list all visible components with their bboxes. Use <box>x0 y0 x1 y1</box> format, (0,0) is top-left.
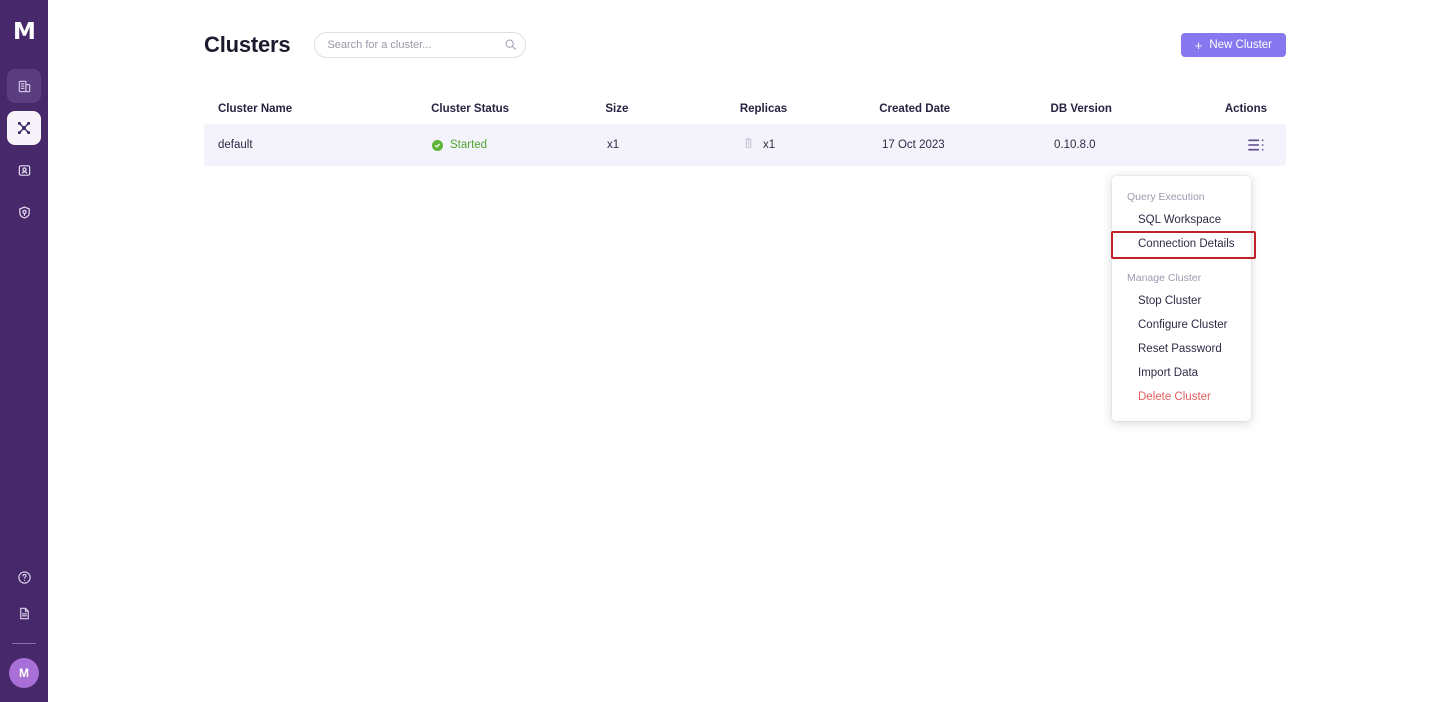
sidebar-item-clusters[interactable] <box>7 111 41 145</box>
menu-item-configure-cluster[interactable]: Configure Cluster <box>1112 313 1251 337</box>
menu-item-reset-password[interactable]: Reset Password <box>1112 337 1251 361</box>
sidebar-item-workspaces[interactable] <box>7 69 41 103</box>
cell-replicas: x1 <box>742 137 882 153</box>
cell-size: x1 <box>607 139 620 151</box>
main-content: Clusters + New Cluster Cluster Name <box>48 0 1440 702</box>
status-check-icon <box>432 139 443 151</box>
id-card-icon <box>17 163 32 178</box>
row-actions-dropdown: Query Execution SQL Workspace Connection… <box>1111 176 1256 421</box>
column-header-replicas: Replicas <box>739 103 788 115</box>
search-box <box>314 32 527 58</box>
app-root: M M Clusters Search for a cluster... + N… <box>0 0 1440 702</box>
column-header-cluster-name: Cluster Name <box>218 103 293 115</box>
docs-button[interactable] <box>9 601 39 631</box>
cell-db-version: 0.10.8.0 <box>1054 139 1096 151</box>
plus-icon: + <box>1194 37 1203 53</box>
cell-actions <box>1229 136 1286 154</box>
status-label: Started <box>450 139 488 151</box>
row-actions-menu-button[interactable] <box>1245 136 1267 154</box>
search-input[interactable] <box>314 32 527 58</box>
question-circle-icon <box>17 570 32 590</box>
menu-item-connection-details[interactable]: Connection Details <box>1111 231 1256 259</box>
replicas-value: x1 <box>763 139 776 151</box>
sidebar-bottom-group: M <box>0 565 48 692</box>
menu-item-import-data[interactable]: Import Data <box>1112 361 1251 385</box>
menu-item-sql-workspace[interactable]: SQL Workspace <box>1112 208 1251 232</box>
cluster-nodes-icon <box>16 120 32 136</box>
table-header-row: Cluster Name Cluster Status Size Replica… <box>204 94 1286 124</box>
column-header-actions: Actions <box>1224 103 1267 115</box>
status-badge: Started <box>432 139 607 151</box>
cell-created-date: 17 Oct 2023 <box>882 139 945 151</box>
search-icon <box>504 38 517 51</box>
page-title: Clusters <box>204 32 291 57</box>
cell-cluster-name: default <box>218 139 253 151</box>
column-header-created-date: Created Date <box>879 103 951 115</box>
menu-group-label-query-execution: Query Execution <box>1127 191 1205 203</box>
sidebar-item-security[interactable] <box>7 195 41 229</box>
replica-icon <box>742 137 755 153</box>
column-header-size: Size <box>605 103 629 115</box>
menu-item-delete-cluster[interactable]: Delete Cluster <box>1112 385 1251 409</box>
sidebar-divider <box>12 643 36 644</box>
app-logo[interactable]: M <box>9 17 39 47</box>
page-header: Clusters + New Cluster <box>48 0 1440 68</box>
help-button[interactable] <box>9 565 39 595</box>
column-header-cluster-status: Cluster Status <box>431 103 510 115</box>
sidebar-nav <box>7 69 41 229</box>
sidebar-item-users[interactable] <box>7 153 41 187</box>
clusters-table: Cluster Name Cluster Status Size Replica… <box>204 94 1286 166</box>
menu-item-stop-cluster[interactable]: Stop Cluster <box>1112 289 1251 313</box>
column-header-db-version: DB Version <box>1050 103 1112 115</box>
avatar[interactable]: M <box>9 658 39 688</box>
menu-separator <box>1112 256 1251 267</box>
new-cluster-label: New Cluster <box>1209 39 1272 51</box>
building-icon <box>17 79 32 94</box>
table-row[interactable]: default Started x1 x1 17 Oct 2023 0.10.8… <box>204 124 1286 166</box>
shield-icon <box>17 205 32 220</box>
cell-cluster-status: Started <box>432 139 607 151</box>
sidebar: M M <box>0 0 48 702</box>
menu-group-label-manage-cluster: Manage Cluster <box>1127 272 1202 284</box>
new-cluster-button[interactable]: + New Cluster <box>1180 33 1286 57</box>
document-icon <box>17 606 32 626</box>
